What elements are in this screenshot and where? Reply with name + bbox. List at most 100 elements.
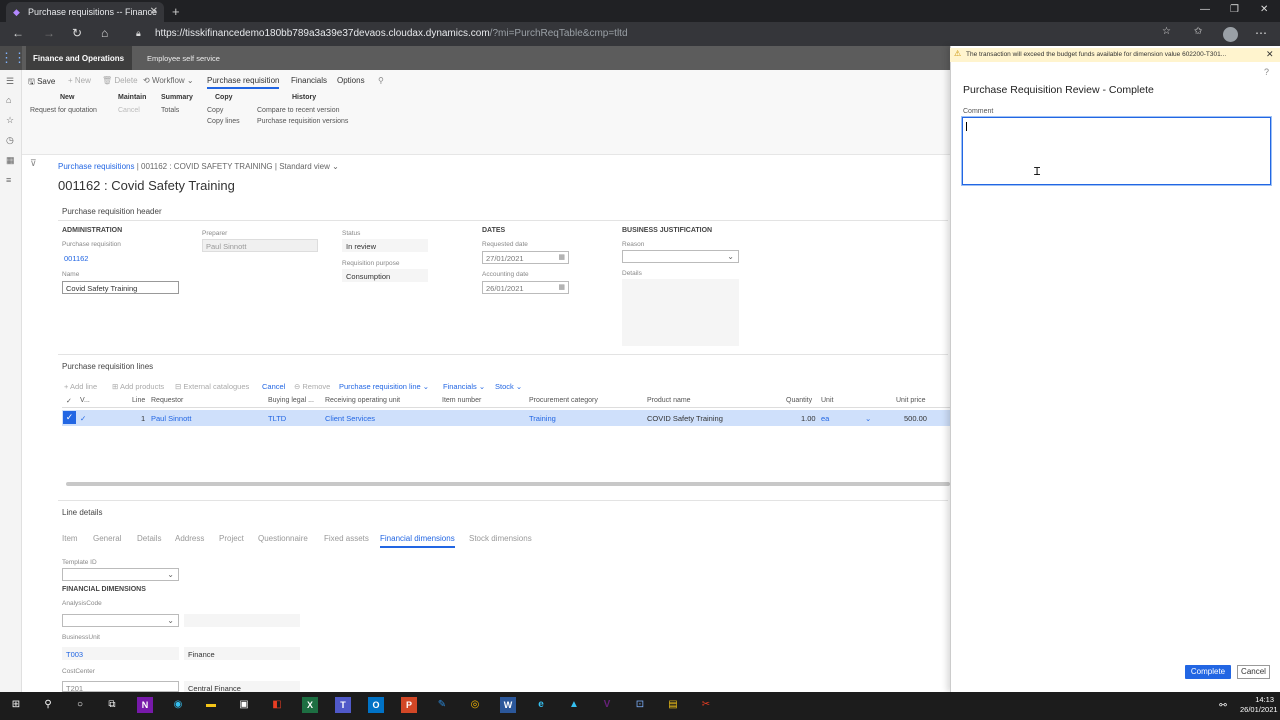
maximize-icon[interactable]: ❐ [1230, 4, 1239, 15]
tab-stock-dimensions[interactable]: Stock dimensions [469, 534, 532, 543]
search-icon[interactable]: ⚲ [378, 76, 384, 85]
add-line-button[interactable]: + Add line [64, 382, 97, 391]
hamburger-icon[interactable]: ☰ [6, 76, 14, 87]
cell-line[interactable]: 1 [141, 414, 145, 423]
remote-desktop-icon[interactable]: ⊡ [632, 697, 648, 713]
cell-unit-price[interactable]: 500.00 [904, 414, 927, 423]
sticky-notes-icon[interactable]: ▤ [665, 697, 681, 713]
app-name[interactable]: Finance and Operations [26, 46, 133, 70]
requested-date-field[interactable]: 27/01/2021 ▦ [482, 251, 569, 264]
cell-legal-entity[interactable]: TLTD [268, 414, 286, 423]
column-header[interactable]: Unit [821, 397, 833, 404]
cell-requestor[interactable]: Paul Sinnott [151, 414, 191, 423]
tab-general[interactable]: General [93, 534, 121, 543]
cancel-pr-button[interactable]: Cancel [118, 107, 140, 114]
home-icon[interactable]: ⌂ [101, 26, 108, 40]
filter-icon[interactable]: ⊽ [30, 158, 37, 169]
edge-icon[interactable]: ◉ [170, 697, 186, 713]
azure-icon[interactable]: ▲ [566, 697, 582, 713]
chrome-icon[interactable]: ◎ [467, 697, 483, 713]
calendar-icon[interactable]: ▦ [558, 253, 565, 261]
cell-category[interactable]: Training [529, 414, 556, 423]
url-field[interactable]: https://tisskifinancedemo180bb789a3a39e3… [155, 28, 628, 39]
onenote-icon[interactable]: N [137, 697, 153, 713]
back-icon[interactable]: ← [12, 26, 24, 40]
details-field[interactable] [622, 279, 739, 346]
pr-line-menu[interactable]: Purchase requisition line ⌄ [339, 382, 429, 391]
profile-avatar[interactable] [1223, 27, 1238, 42]
tab-options[interactable]: Options [337, 76, 365, 85]
tab-fixed-assets[interactable]: Fixed assets [324, 534, 369, 543]
column-header[interactable]: Procurement category [529, 397, 598, 404]
column-header[interactable]: V... [80, 397, 90, 404]
employee-self-service-link[interactable]: Employee self service [147, 54, 220, 63]
tab-questionnaire[interactable]: Questionnaire [258, 534, 308, 543]
word-icon[interactable]: W [500, 697, 516, 713]
analysis-code-dropdown[interactable]: ⌄ [62, 614, 179, 627]
cancel-button[interactable]: Cancel [1237, 665, 1270, 679]
template-id-dropdown[interactable]: ⌄ [62, 568, 179, 581]
app-launcher-icon[interactable]: ⋮⋮ [0, 46, 26, 70]
comment-textarea[interactable] [961, 116, 1272, 186]
accounting-date-field[interactable]: 26/01/2021 ▦ [482, 281, 569, 294]
tab-financial-dimensions[interactable]: Financial dimensions [380, 534, 455, 548]
favorites-icon[interactable]: ✩ [1194, 26, 1202, 37]
cost-center-field[interactable]: T201 [62, 681, 179, 692]
system-clock[interactable]: 14:13 26/01/2021 [1240, 695, 1278, 715]
complete-button[interactable]: Complete [1185, 665, 1231, 679]
tab-financials[interactable]: Financials [291, 76, 327, 85]
request-for-quotation-button[interactable]: Request for quotation [30, 107, 97, 114]
tab-address[interactable]: Address [175, 534, 204, 543]
cell-product-name[interactable]: COVID Safety Training [647, 414, 723, 423]
delete-button[interactable]: 🗑︎ Delete [102, 76, 138, 85]
header-section-title[interactable]: Purchase requisition header [62, 207, 162, 216]
row-checkbox[interactable]: ✓ [63, 411, 76, 424]
outlook-icon[interactable]: O [368, 697, 384, 713]
lines-section-title[interactable]: Purchase requisition lines [62, 362, 153, 371]
search-icon[interactable]: ⚲ [40, 697, 56, 713]
column-header[interactable]: Buying legal ... [268, 397, 314, 404]
modules-icon[interactable]: ≡ [6, 175, 11, 185]
pr-number-value[interactable]: 001162 [64, 254, 88, 263]
totals-button[interactable]: Totals [161, 107, 179, 114]
file-explorer-icon[interactable]: ▬ [203, 697, 219, 713]
task-view-icon[interactable]: ⧉ [104, 697, 120, 713]
cell-operating-unit[interactable]: Client Services [325, 414, 375, 423]
workspaces-icon[interactable]: ▦ [6, 155, 15, 166]
forward-icon[interactable]: → [43, 26, 55, 40]
stock-menu[interactable]: Stock ⌄ [495, 382, 522, 391]
breadcrumb-root[interactable]: Purchase requisitions [58, 162, 134, 171]
more-icon[interactable]: ⋯ [1255, 26, 1267, 40]
line-details-title[interactable]: Line details [62, 508, 102, 517]
save-button[interactable]: 🖫︎ Save [28, 76, 55, 90]
new-button[interactable]: + New [68, 76, 91, 85]
pen-icon[interactable]: ✎ [434, 697, 450, 713]
store-icon[interactable]: ▣ [236, 697, 252, 713]
column-header[interactable]: Receiving operating unit [325, 397, 400, 404]
column-header[interactable]: Unit price [896, 397, 926, 404]
cell-quantity[interactable]: 1.00 [801, 414, 816, 423]
favorites-nav-icon[interactable]: ☆ [6, 115, 14, 126]
remove-button[interactable]: ⊖ Remove [294, 382, 330, 391]
tab-purchase-requisition[interactable]: Purchase requisition [207, 76, 280, 89]
cortana-icon[interactable]: ○ [72, 697, 88, 713]
minimize-icon[interactable]: — [1200, 4, 1210, 15]
window-close-icon[interactable]: ✕ [1260, 4, 1268, 15]
home-nav-icon[interactable]: ⌂ [6, 95, 11, 105]
powerpoint-icon[interactable]: P [401, 697, 417, 713]
close-tab-icon[interactable]: ✕ [150, 6, 158, 17]
cancel-line-button[interactable]: Cancel [262, 382, 285, 391]
name-field[interactable]: Covid Safety Training [62, 281, 179, 294]
column-header[interactable]: Product name [647, 397, 691, 404]
chevron-down-icon[interactable]: ⌄ [865, 414, 871, 423]
ie-icon[interactable]: e [533, 697, 549, 713]
visual-studio-icon[interactable]: V [599, 697, 615, 713]
cell-unit[interactable]: ea [821, 414, 829, 423]
column-header[interactable]: Quantity [786, 397, 812, 404]
new-tab-icon[interactable]: + [172, 4, 180, 19]
horizontal-scrollbar[interactable] [66, 482, 950, 486]
external-catalogues-button[interactable]: ⊟ External catalogues [175, 382, 249, 391]
copy-button[interactable]: Copy [207, 107, 223, 114]
add-products-button[interactable]: ⊞ Add products [112, 382, 164, 391]
column-header[interactable]: Requestor [151, 397, 183, 404]
